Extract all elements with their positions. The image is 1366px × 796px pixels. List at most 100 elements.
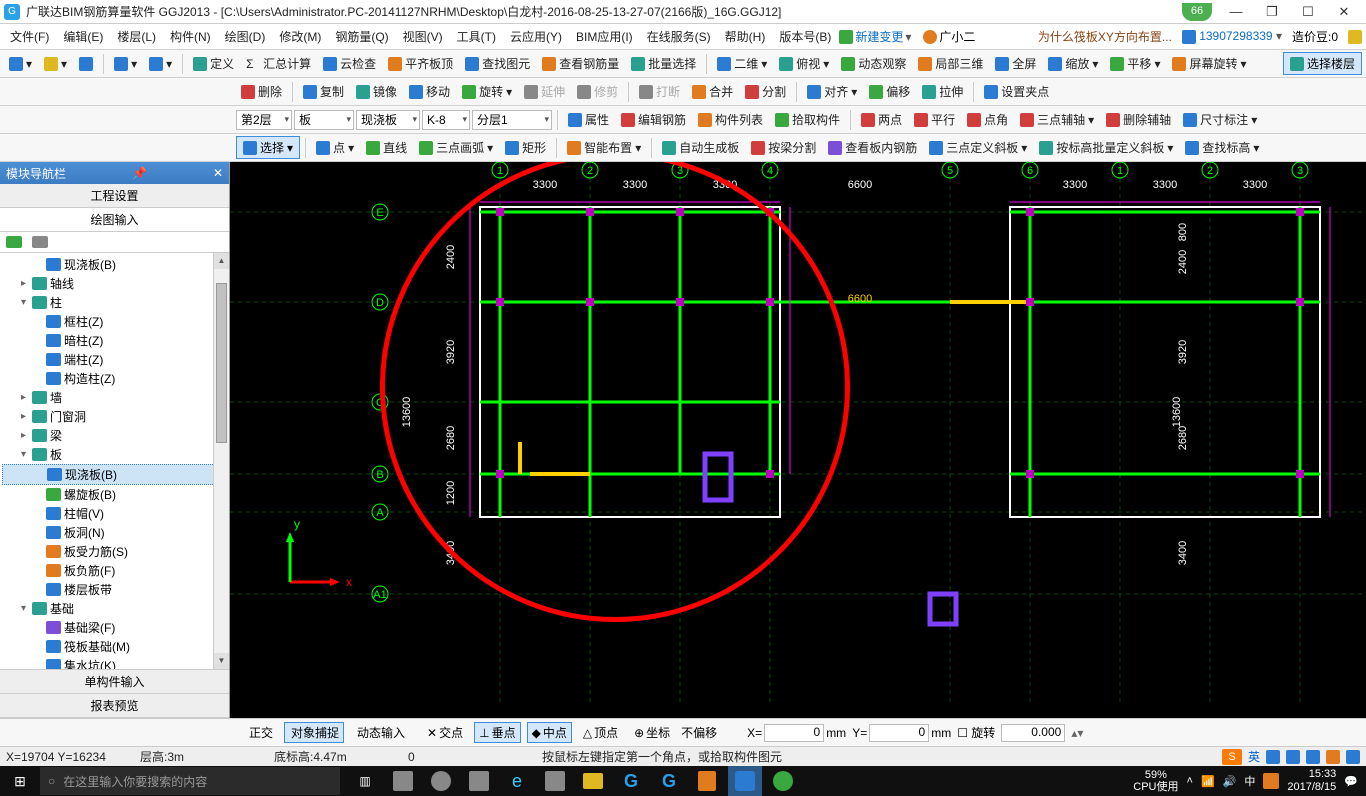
tray-icon-4[interactable] — [1326, 750, 1340, 764]
viewslabrebar-button[interactable]: 查看板内钢筋 — [823, 136, 922, 159]
tb-app-3[interactable] — [462, 766, 496, 796]
align-button[interactable]: 对齐▾ — [802, 80, 862, 103]
tree-node[interactable]: ▸门窗洞 — [2, 407, 227, 426]
tree-node[interactable]: ▸轴线 — [2, 274, 227, 293]
scroll-thumb[interactable] — [216, 283, 227, 443]
pointangle-button[interactable]: 点角 — [962, 108, 1013, 131]
tb-app-doc[interactable] — [690, 766, 724, 796]
dyninput-toggle[interactable]: 动态输入 — [350, 722, 410, 743]
panel-pin-icon[interactable]: 📌 — [132, 166, 147, 180]
user-small-label[interactable]: 广小二 — [939, 28, 975, 45]
code-dropdown[interactable]: K-8 — [422, 110, 470, 130]
offset-button[interactable]: 偏移 — [864, 80, 915, 103]
redo-button[interactable]: ▾ — [144, 54, 177, 74]
pan-button[interactable]: 平移▾ — [1105, 52, 1165, 75]
undo-button[interactable]: ▾ — [109, 54, 142, 74]
tb-app-g1[interactable]: G — [614, 766, 648, 796]
osnap-toggle[interactable]: 对象捕捉 — [284, 722, 344, 743]
mirror-button[interactable]: 镜像 — [351, 80, 402, 103]
collapse-tree-icon[interactable] — [32, 236, 48, 248]
menu-rebar[interactable]: 钢筋量(Q) — [329, 26, 394, 47]
parallel-button[interactable]: 平行 — [909, 108, 960, 131]
tb-store[interactable] — [538, 766, 572, 796]
drawing-canvas[interactable]: 123456123EDCBAA1 33003300330066003300330… — [230, 162, 1366, 718]
complist-button[interactable]: 构件列表 — [693, 108, 768, 131]
sys-chevron-icon[interactable]: ˄ — [1187, 775, 1193, 787]
open-button[interactable]: ▾ — [39, 54, 72, 74]
checkelev-button[interactable]: 查找标高▾ — [1180, 136, 1264, 159]
view2d-button[interactable]: 二维▾ — [712, 52, 772, 75]
viewrebar-button[interactable]: 查看钢筋量 — [537, 52, 624, 75]
merge-button[interactable]: 合并 — [687, 80, 738, 103]
menu-view[interactable]: 视图(V) — [397, 26, 449, 47]
tray-icon-2[interactable] — [1286, 750, 1300, 764]
props-button[interactable]: 属性 — [563, 108, 614, 131]
phone-label[interactable]: 13907298339 — [1199, 29, 1272, 43]
rect-button[interactable]: 矩形 — [500, 136, 551, 159]
scroll-up-icon[interactable]: ▲ — [214, 253, 229, 269]
tab-draw-input[interactable]: 绘图输入 — [0, 208, 229, 232]
dimnote-button[interactable]: 尺寸标注▾ — [1178, 108, 1262, 131]
tree-node[interactable]: 现浇板(B) — [2, 464, 227, 485]
ortho-toggle[interactable]: 正交 — [242, 722, 278, 743]
tree-node[interactable]: 框柱(Z) — [2, 312, 227, 331]
tree-node[interactable]: ▸墙 — [2, 388, 227, 407]
menu-edit[interactable]: 编辑(E) — [57, 26, 109, 47]
tree-scrollbar[interactable]: ▲ ▼ — [213, 253, 229, 669]
tree-node[interactable]: 板负筋(F) — [2, 561, 227, 580]
apex-toggle[interactable]: △ 顶点 — [578, 722, 623, 743]
split-button[interactable]: 分割 — [740, 80, 791, 103]
tb-explorer[interactable] — [576, 766, 610, 796]
menu-online[interactable]: 在线服务(S) — [641, 26, 717, 47]
beamsplit-button[interactable]: 按梁分割 — [746, 136, 821, 159]
expand-tree-icon[interactable] — [6, 236, 22, 248]
sys-ime-icon[interactable]: 中 — [1244, 773, 1255, 789]
menu-version[interactable]: 版本号(B) — [773, 26, 837, 47]
flatroof-button[interactable]: 平齐板顶 — [383, 52, 458, 75]
threeptaux-button[interactable]: 三点辅轴▾ — [1015, 108, 1099, 131]
ime-badge[interactable]: S — [1222, 749, 1242, 765]
tree-node[interactable]: 集水坑(K) — [2, 656, 227, 669]
delete-button[interactable]: 删除 — [236, 80, 287, 103]
extend-button[interactable]: 拉伸 — [917, 80, 968, 103]
threeptslope-button[interactable]: 三点定义斜板▾ — [924, 136, 1032, 159]
tb-edge[interactable]: e — [500, 766, 534, 796]
tree-node[interactable]: 板洞(N) — [2, 523, 227, 542]
tree-node[interactable]: 构造柱(Z) — [2, 369, 227, 388]
dynview-button[interactable]: 动态观察 — [836, 52, 911, 75]
zoom-button[interactable]: 缩放▾ — [1043, 52, 1103, 75]
twopoint-button[interactable]: 两点 — [856, 108, 907, 131]
component-tree[interactable]: 现浇板(B)▸轴线▾柱框柱(Z)暗柱(Z)端柱(Z)构造柱(Z)▸墙▸门窗洞▸梁… — [0, 253, 229, 669]
tb-app-1[interactable] — [386, 766, 420, 796]
close-button[interactable]: ✕ — [1326, 1, 1362, 23]
tree-node[interactable]: 暗柱(Z) — [2, 331, 227, 350]
tree-node[interactable]: ▾柱 — [2, 293, 227, 312]
menu-tools[interactable]: 工具(T) — [451, 26, 502, 47]
tree-node[interactable]: 端柱(Z) — [2, 350, 227, 369]
tray-icon-5[interactable] — [1346, 750, 1360, 764]
line-button[interactable]: 直线 — [361, 136, 412, 159]
offset-mode-dropdown[interactable]: 不偏移 — [681, 724, 741, 741]
tree-node[interactable]: 现浇板(B) — [2, 255, 227, 274]
sys-network-icon[interactable]: 📶 — [1201, 775, 1215, 788]
rotation-input[interactable]: 0.000 — [1001, 724, 1065, 742]
menu-modify[interactable]: 修改(M) — [273, 26, 327, 47]
setgrip-button[interactable]: 设置夹点 — [979, 80, 1054, 103]
local3d-button[interactable]: 局部三维 — [913, 52, 988, 75]
y-input[interactable]: 0 — [869, 724, 929, 742]
menu-draw[interactable]: 绘图(D) — [219, 26, 272, 47]
arc3-button[interactable]: 三点画弧▾ — [414, 136, 498, 159]
smartlayout-button[interactable]: 智能布置▾ — [562, 136, 646, 159]
menu-help[interactable]: 帮助(H) — [719, 26, 772, 47]
tb-app-2[interactable] — [424, 766, 458, 796]
cloudcheck-button[interactable]: 云检查 — [318, 52, 381, 75]
batchsel-button[interactable]: 批量选择 — [626, 52, 701, 75]
batchelevslope-button[interactable]: 按标高批量定义斜板▾ — [1034, 136, 1178, 159]
delaux-button[interactable]: 删除辅轴 — [1101, 108, 1176, 131]
sys-volume-icon[interactable]: 🔊 — [1223, 775, 1237, 788]
menu-component[interactable]: 构件(N) — [164, 26, 217, 47]
maximize-button[interactable]: ☐ — [1290, 1, 1326, 23]
newchange-button[interactable]: 新建变更 — [855, 28, 903, 45]
intersect-toggle[interactable]: ✕ 交点 — [422, 722, 468, 743]
menu-cloud[interactable]: 云应用(Y) — [504, 26, 568, 47]
